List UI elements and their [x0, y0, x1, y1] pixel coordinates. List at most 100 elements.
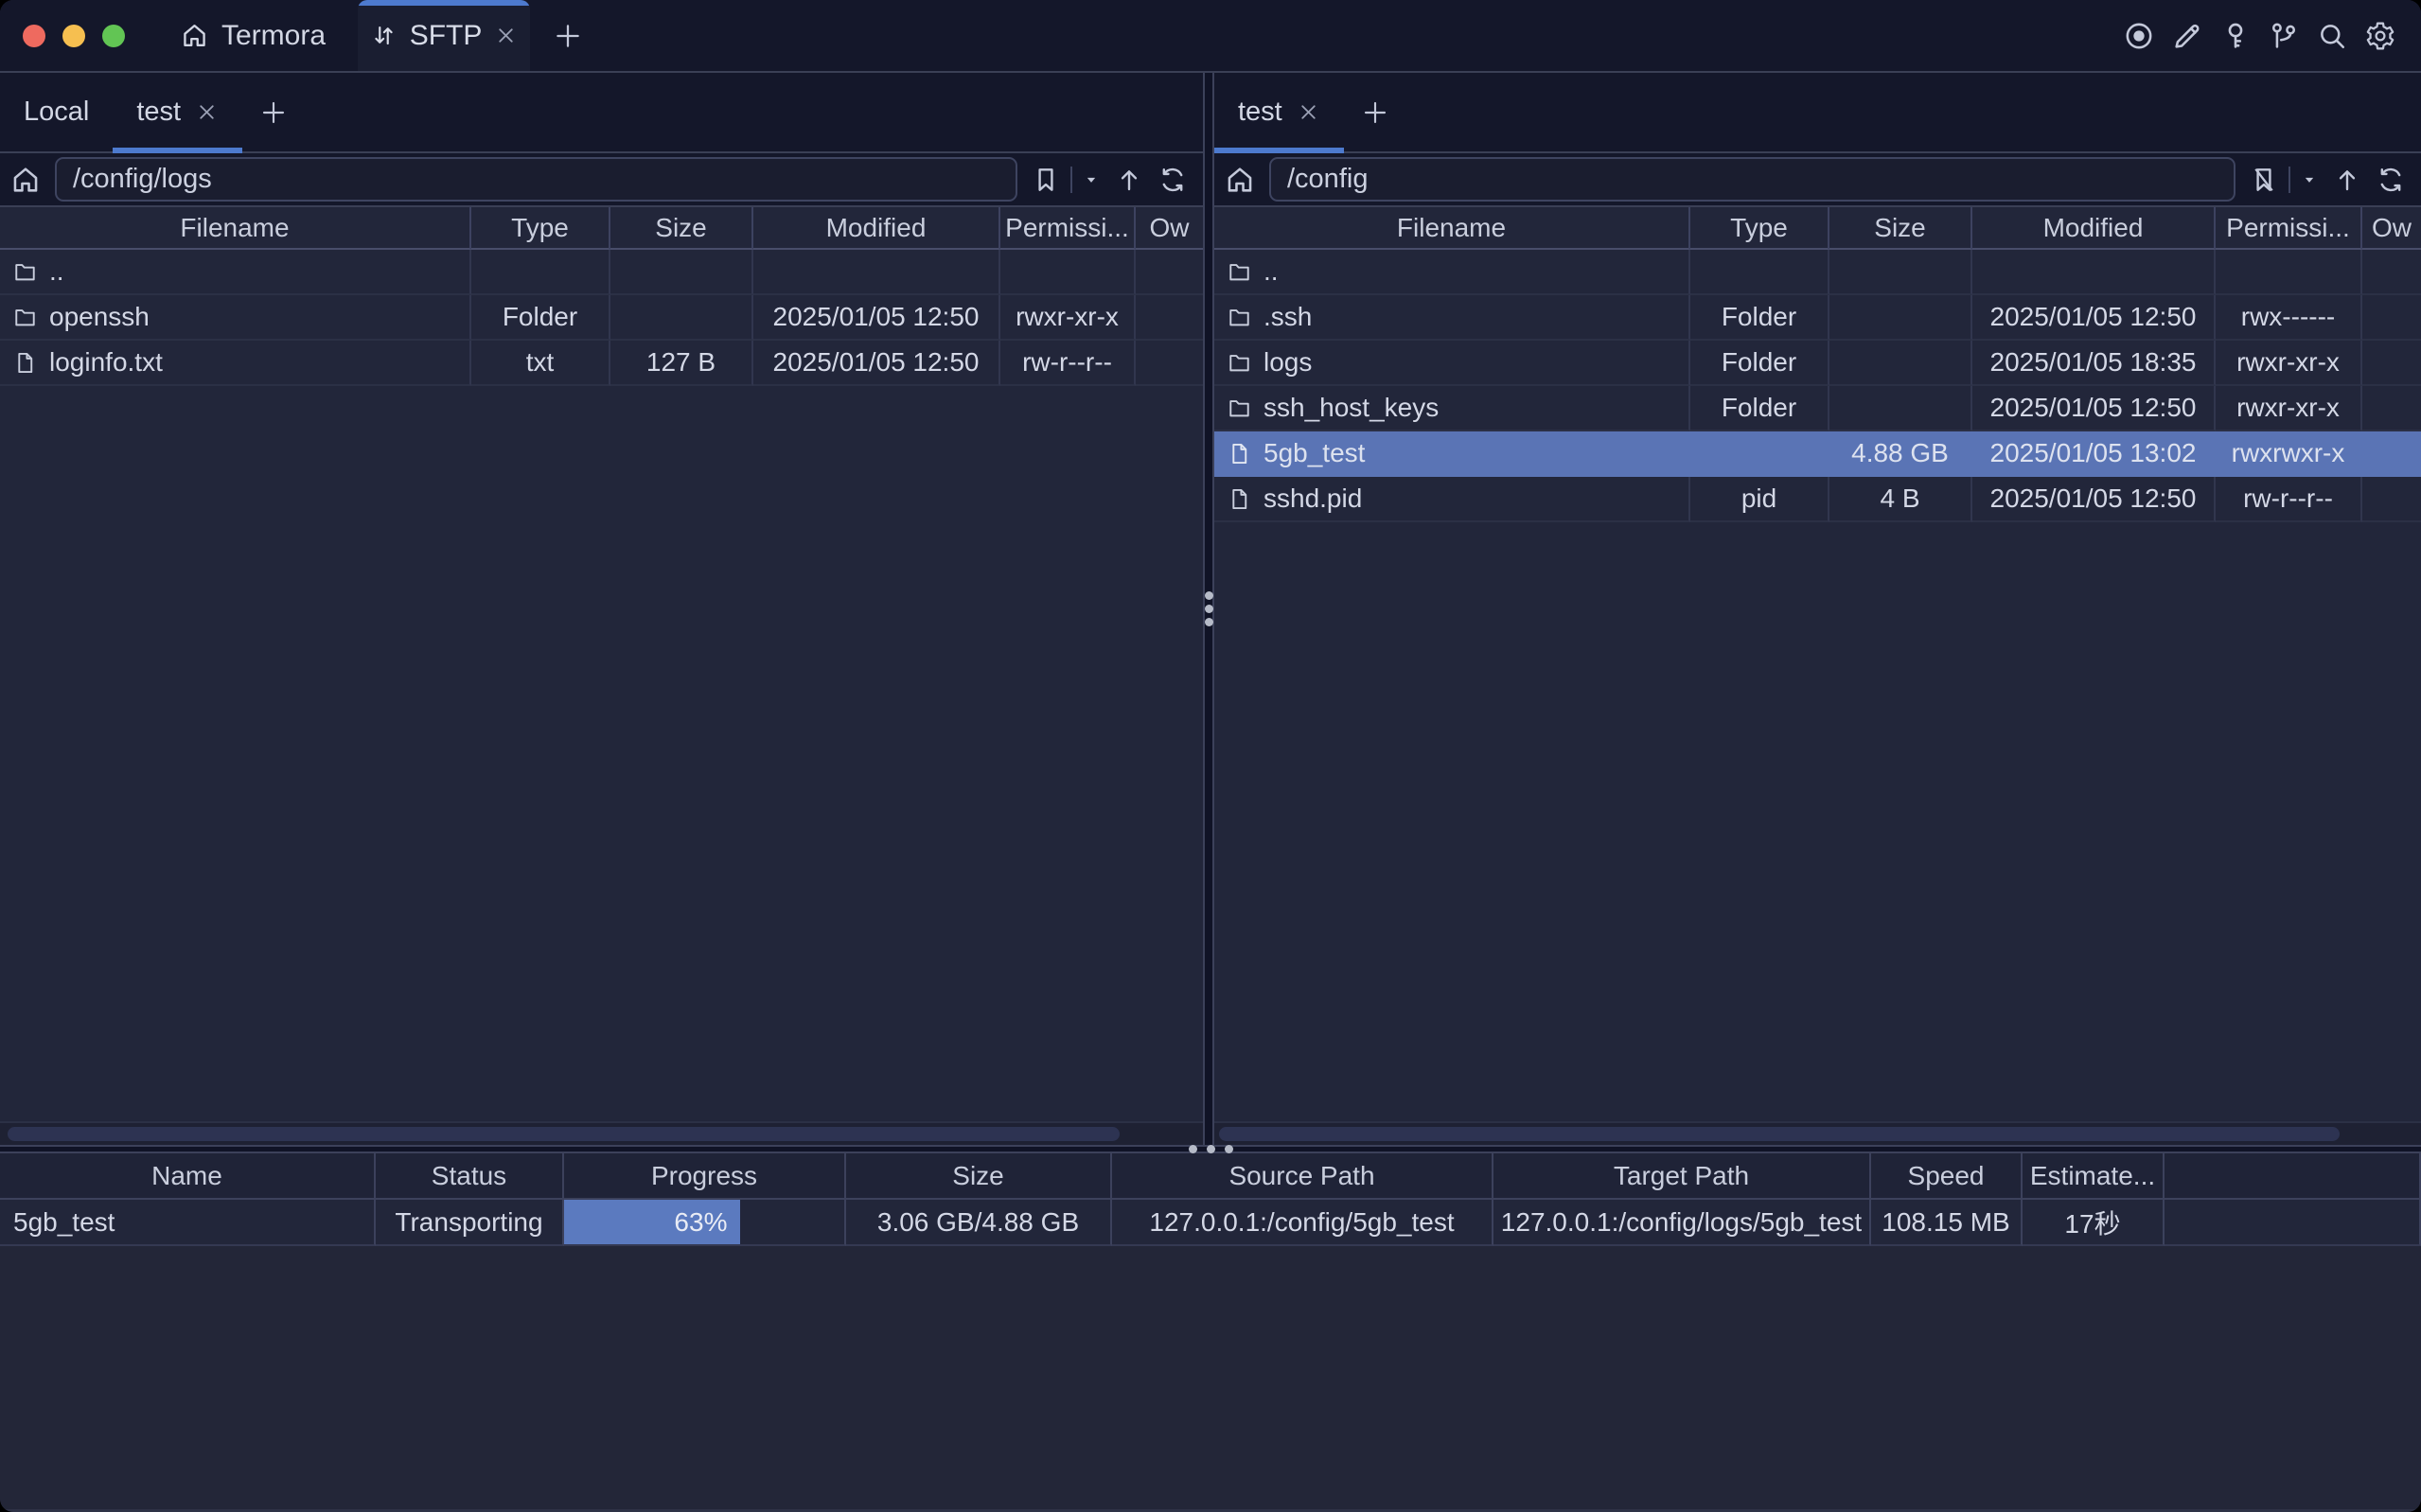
- tab-sftp[interactable]: SFTP: [358, 0, 530, 71]
- plus-icon: [1360, 97, 1390, 128]
- file-type: [1690, 250, 1829, 295]
- column-header-permissions[interactable]: Permissi...: [1000, 207, 1136, 250]
- right-add-tab-button[interactable]: [1344, 73, 1406, 151]
- column-header-status[interactable]: Status: [376, 1153, 564, 1200]
- close-icon[interactable]: [195, 100, 219, 124]
- column-header-type[interactable]: Type: [1690, 207, 1829, 250]
- left-table-empty-area: [0, 386, 1203, 1121]
- titlebar: Termora SFTP: [0, 0, 2421, 73]
- scrollbar-thumb[interactable]: [8, 1127, 1120, 1141]
- column-header-progress[interactable]: Progress: [564, 1153, 846, 1200]
- file-row-ssh-host-keys[interactable]: ssh_host_keys Folder 2025/01/05 12:50 rw…: [1214, 386, 2421, 431]
- file-permissions: rwxrwxr-x: [2216, 431, 2362, 477]
- right-bookmark-button[interactable]: [2249, 165, 2279, 195]
- right-pane-tabbar: test: [1214, 73, 2421, 153]
- file-row-parent[interactable]: ..: [1214, 250, 2421, 295]
- right-bookmark-dropdown[interactable]: [2300, 170, 2319, 189]
- file-row-5gb-test-selected[interactable]: 5gb_test 4.88 GB 2025/01/05 13:02 rwxrwx…: [1214, 431, 2421, 477]
- file-row-openssh[interactable]: openssh Folder 2025/01/05 12:50 rwxr-xr-…: [0, 295, 1203, 341]
- close-icon[interactable]: [1297, 100, 1320, 124]
- plus-icon: [258, 97, 289, 128]
- left-add-tab-button[interactable]: [242, 73, 305, 151]
- column-header-speed[interactable]: Speed: [1871, 1153, 2023, 1200]
- file-row-loginfo[interactable]: loginfo.txt txt 127 B 2025/01/05 12:50 r…: [0, 341, 1203, 386]
- file-modified: [753, 250, 1000, 295]
- key-icon: [2219, 20, 2252, 52]
- file-permissions: rw-r--r--: [2216, 477, 2362, 522]
- right-path-input[interactable]: [1269, 157, 2235, 202]
- column-header-source-path[interactable]: Source Path: [1112, 1153, 1493, 1200]
- left-horizontal-scrollbar[interactable]: [0, 1121, 1203, 1145]
- left-table-header: Filename Type Size Modified Permissi... …: [0, 207, 1203, 250]
- left-bookmark-button[interactable]: [1031, 165, 1061, 195]
- right-refresh-button[interactable]: [2376, 165, 2406, 195]
- file-row-ssh[interactable]: .ssh Folder 2025/01/05 12:50 rwx------: [1214, 295, 2421, 341]
- tab-local[interactable]: Local: [0, 73, 113, 151]
- transfer-splitter[interactable]: [0, 1145, 2421, 1153]
- close-icon[interactable]: [494, 24, 518, 47]
- new-tab-button[interactable]: [530, 0, 606, 71]
- file-type: Folder: [1690, 341, 1829, 386]
- file-permissions: [2216, 250, 2362, 295]
- settings-button[interactable]: [2364, 20, 2396, 52]
- left-refresh-button[interactable]: [1157, 165, 1188, 195]
- scrollbar-thumb[interactable]: [1219, 1127, 2340, 1141]
- chevron-down-icon: [2300, 170, 2319, 189]
- app-home-tab[interactable]: Termora: [180, 0, 326, 71]
- column-header-owner[interactable]: Ow: [1136, 207, 1203, 250]
- right-parent-dir-button[interactable]: [2332, 165, 2362, 195]
- file-name: loginfo.txt: [49, 347, 163, 378]
- file-row-parent[interactable]: ..: [0, 250, 1203, 295]
- tab-test-left[interactable]: test: [113, 73, 242, 151]
- edit-button[interactable]: [2171, 20, 2203, 52]
- column-header-target-path[interactable]: Target Path: [1493, 1153, 1871, 1200]
- tab-test-right[interactable]: test: [1214, 73, 1344, 151]
- transfer-empty-area: [0, 1246, 2421, 1509]
- file-permissions: rwxr-xr-x: [2216, 386, 2362, 431]
- fullscreen-window-button[interactable]: [102, 25, 125, 47]
- minimize-window-button[interactable]: [62, 25, 85, 47]
- left-path-input[interactable]: [55, 157, 1017, 202]
- file-modified: 2025/01/05 13:02: [1972, 431, 2216, 477]
- search-button[interactable]: [2316, 20, 2348, 52]
- transfer-speed: 108.15 MB: [1871, 1200, 2023, 1246]
- file-row-sshd-pid[interactable]: sshd.pid pid 4 B 2025/01/05 12:50 rw-r--…: [1214, 477, 2421, 522]
- left-home-button[interactable]: [9, 164, 42, 196]
- sftp-split-view: Local test: [0, 73, 2421, 1145]
- column-header-estimate[interactable]: Estimate...: [2023, 1153, 2165, 1200]
- column-header-size[interactable]: Size: [1829, 207, 1972, 250]
- right-home-button[interactable]: [1224, 164, 1256, 196]
- arrow-up-icon: [2332, 165, 2362, 195]
- column-header-filename[interactable]: Filename: [0, 207, 471, 250]
- file-size: [1829, 250, 1972, 295]
- close-window-button[interactable]: [23, 25, 45, 47]
- file-row-logs[interactable]: logs Folder 2025/01/05 18:35 rwxr-xr-x: [1214, 341, 2421, 386]
- column-header-owner[interactable]: Ow: [2362, 207, 2421, 250]
- folder-icon: [1227, 350, 1252, 376]
- left-parent-dir-button[interactable]: [1114, 165, 1144, 195]
- record-button[interactable]: [2123, 20, 2155, 52]
- column-header-modified[interactable]: Modified: [753, 207, 1000, 250]
- column-header-name[interactable]: Name: [0, 1153, 376, 1200]
- file-size: 127 B: [610, 341, 753, 386]
- pane-splitter[interactable]: [1203, 73, 1214, 1145]
- keychain-button[interactable]: [2268, 20, 2300, 52]
- app-tab-label: Termora: [221, 20, 326, 52]
- right-horizontal-scrollbar[interactable]: [1214, 1121, 2421, 1145]
- column-header-size[interactable]: Size: [846, 1153, 1112, 1200]
- column-header-filename[interactable]: Filename: [1214, 207, 1690, 250]
- transfer-source-path: 127.0.0.1:/config/5gb_test: [1112, 1200, 1493, 1246]
- file-type: Folder: [471, 295, 610, 341]
- column-header-permissions[interactable]: Permissi...: [2216, 207, 2362, 250]
- file-modified: 2025/01/05 12:50: [1972, 295, 2216, 341]
- column-header-modified[interactable]: Modified: [1972, 207, 2216, 250]
- key-manager-button[interactable]: [2219, 20, 2252, 52]
- left-bookmark-dropdown[interactable]: [1082, 170, 1101, 189]
- plus-icon: [552, 20, 584, 52]
- column-header-size[interactable]: Size: [610, 207, 753, 250]
- tab-label: test: [1238, 97, 1282, 128]
- file-permissions: rwxr-xr-x: [2216, 341, 2362, 386]
- column-header-type[interactable]: Type: [471, 207, 610, 250]
- transfer-row-5gb-test[interactable]: 5gb_test Transporting 63% 3.06 GB/4.88 G…: [0, 1200, 2421, 1246]
- file-modified: [1972, 250, 2216, 295]
